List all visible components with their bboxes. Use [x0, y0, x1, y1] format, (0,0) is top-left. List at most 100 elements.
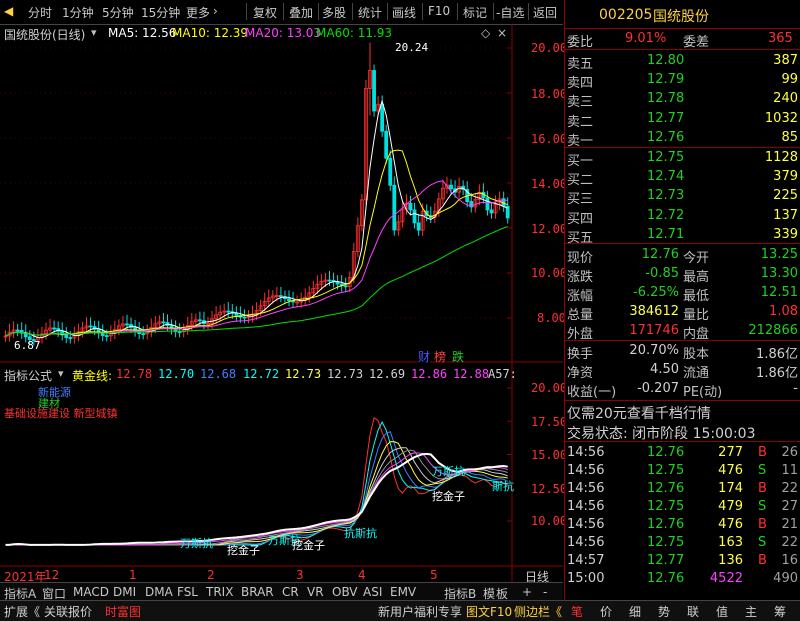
tick-row: 14:56 12.75 476 S 11	[565, 461, 800, 479]
toolbar-item-5min[interactable]: 5分钟	[102, 4, 134, 21]
zoom-out-button[interactable]: -	[543, 585, 547, 599]
tab-obv[interactable]: OBV	[332, 585, 358, 599]
indicator-title[interactable]: 指标公式	[4, 367, 52, 384]
promo-text[interactable]: 仅需20元查看千档行情	[567, 403, 711, 423]
tick-volume: 174	[718, 481, 743, 496]
stat-value: 13.30	[760, 266, 798, 281]
tick-side: B	[758, 481, 767, 496]
settings-diamond-icon[interactable]: ◇	[481, 26, 490, 40]
date-tick: 12	[44, 568, 60, 582]
share-stat-row: 收益(一) -0.207 PE(动) -	[565, 379, 800, 400]
toolbar-item-biaoji[interactable]: 标记	[463, 4, 487, 21]
tab-trix[interactable]: TRIX	[206, 585, 233, 599]
weibi-label: 委比	[567, 35, 594, 50]
candlestick-series	[3, 42, 510, 346]
toolbar-item-diejia[interactable]: 叠加	[289, 4, 313, 21]
indicator-line	[5, 420, 508, 546]
candle-body	[372, 70, 376, 112]
stat-label: 收益(一)	[567, 385, 617, 400]
indicator-value: 12.86	[411, 367, 448, 381]
ask-volume: 387	[773, 53, 798, 68]
candle-body	[242, 316, 247, 319]
toolbar-item-duogu[interactable]: 多股	[322, 4, 346, 21]
tab-dmi[interactable]: DMI	[113, 585, 136, 599]
bid-level-label: 买二	[567, 173, 594, 189]
f10-chart-button[interactable]: 图文F10	[466, 603, 512, 620]
tab-dma[interactable]: DMA	[145, 585, 173, 599]
collapse-icon[interactable]: ▾	[91, 26, 97, 39]
tab-fsl[interactable]: FSL	[177, 585, 198, 599]
toolbar-item-fanhui[interactable]: 返回	[533, 4, 557, 21]
fall-badge[interactable]: 跌	[452, 348, 464, 365]
shifu-chart-button[interactable]: 时富图	[105, 603, 141, 620]
ask-price: 12.78	[647, 91, 685, 107]
toolbar-divider	[318, 3, 319, 20]
tab-cr[interactable]: CR	[282, 585, 299, 599]
status-row: 交易状态: 闭市阶段 15:00:03	[565, 421, 800, 442]
tab-shi[interactable]: 势	[658, 603, 670, 620]
rank-badge[interactable]: 榜	[434, 348, 446, 365]
bid-row: 买四 12.72 137	[565, 206, 800, 227]
toolbar-item-huaxian[interactable]: 画线	[392, 4, 416, 21]
close-icon[interactable]: ×	[497, 26, 507, 40]
kline-chart[interactable]	[0, 24, 563, 582]
indicator-value: 12.72	[243, 367, 280, 381]
candle-body	[278, 295, 283, 298]
finance-badge[interactable]: 财	[418, 348, 431, 365]
tick-time: 14:56	[567, 481, 605, 496]
related-quote-button[interactable]: 关联报价	[44, 603, 92, 620]
tab-chou[interactable]: 筹	[774, 603, 786, 620]
tab-asi[interactable]: ASI	[363, 585, 382, 599]
tab-bi[interactable]: 笔	[571, 603, 583, 620]
tick-volume: 277	[718, 445, 743, 460]
stock-code: 002205	[599, 7, 653, 23]
toolbar-item-15min[interactable]: 15分钟	[141, 4, 180, 21]
tick-volume: 476	[718, 463, 743, 478]
stock-header: 002205 国统股份	[565, 5, 800, 27]
candle-body	[287, 298, 291, 302]
toolbar-item-fuquan[interactable]: 复权	[253, 4, 277, 21]
tab-zhu[interactable]: 主	[745, 603, 757, 620]
indicator-value: 12.70	[158, 367, 195, 381]
promo-row[interactable]: 仅需20元查看千档行情	[565, 401, 800, 423]
toolbar-item-tongji[interactable]: 统计	[358, 4, 382, 21]
tick-price: 12.76	[647, 445, 685, 460]
more-arrow-icon[interactable]: ›	[213, 4, 218, 18]
tab-xi[interactable]: 细	[629, 603, 641, 620]
tab-zhi[interactable]: 值	[716, 603, 728, 620]
tick-time: 14:56	[567, 517, 605, 532]
bid-row: 买三 12.73 225	[565, 186, 800, 207]
collapse-icon[interactable]: ▾	[58, 367, 64, 380]
ask-price: 12.77	[647, 110, 685, 126]
candle-body	[408, 202, 413, 211]
tab-jia[interactable]: 价	[600, 603, 612, 620]
signal-tag: 万斯抗	[432, 465, 465, 478]
back-arrow-icon[interactable]: ◀	[4, 4, 13, 18]
toolbar-item-more[interactable]: 更多	[186, 4, 210, 21]
ma5-label: MA5: 12.56	[108, 26, 177, 40]
expand-button[interactable]: 扩展《	[4, 603, 40, 620]
new-user-benefit-link[interactable]: 新用户福利专享	[378, 603, 462, 620]
indicator-tick: 17.50	[531, 415, 568, 429]
ask-price: 12.79	[647, 72, 685, 88]
indicator-tabs: 指标A 窗口 MACD DMI DMA FSL TRIX BRAR CR VR …	[0, 582, 563, 601]
toolbar-item-1min[interactable]: 1分钟	[62, 4, 94, 21]
ask-volume: 85	[781, 129, 798, 145]
tab-lian[interactable]: 联	[687, 603, 699, 620]
toolbar-item-fenshi[interactable]: 分时	[28, 4, 52, 21]
candle-body	[104, 335, 109, 337]
ask-volume: 240	[773, 91, 798, 107]
toolbar-item-zixuan[interactable]: -自选	[496, 4, 524, 21]
candle-body	[68, 337, 73, 339]
tab-brar[interactable]: BRAR	[241, 585, 274, 599]
sidebar-toggle-button[interactable]: 侧边栏《	[514, 603, 562, 620]
toolbar-divider	[352, 3, 353, 20]
tab-macd[interactable]: MACD	[73, 585, 109, 599]
toolbar-item-f10[interactable]: F10	[428, 4, 450, 18]
tick-count: 16	[781, 553, 798, 568]
zoom-in-button[interactable]: +	[522, 585, 532, 599]
indicator-tick: 10.00	[531, 514, 568, 528]
tab-emv[interactable]: EMV	[390, 585, 416, 599]
indicator-line	[5, 416, 508, 546]
tab-vr[interactable]: VR	[307, 585, 324, 599]
